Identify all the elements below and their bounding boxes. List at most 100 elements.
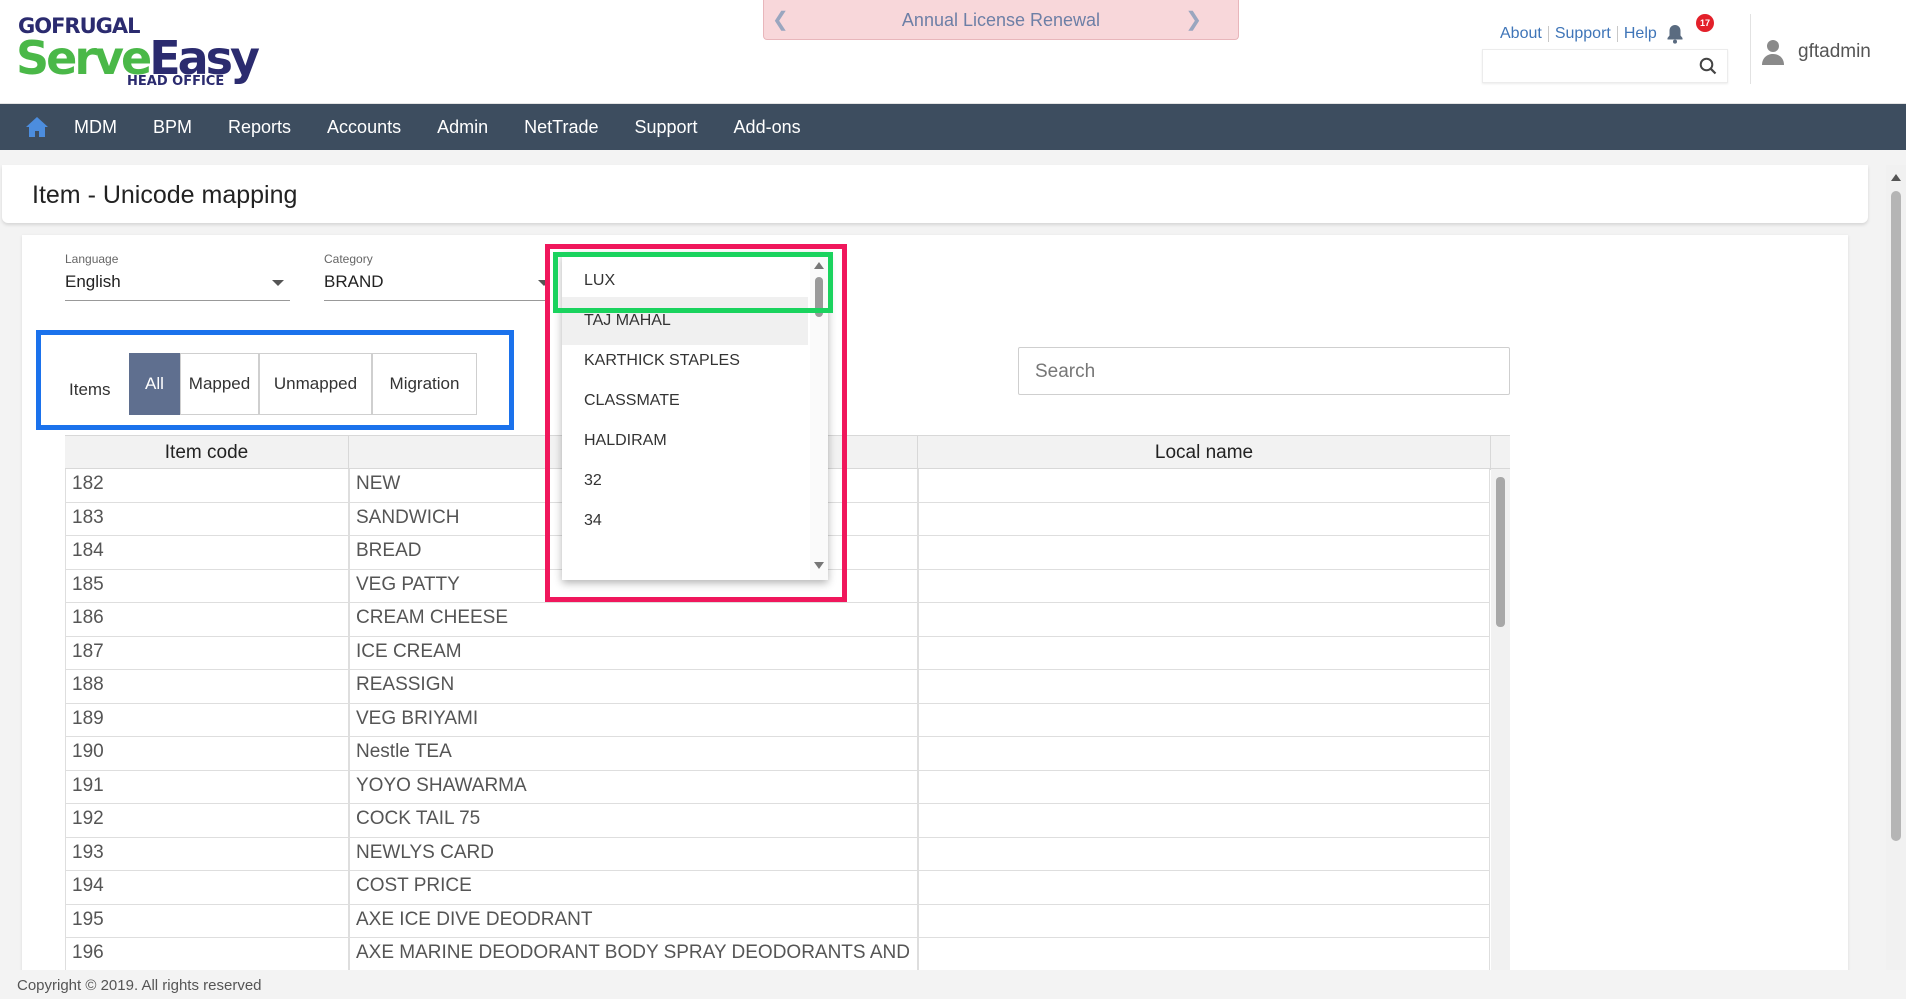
- table-row[interactable]: 193 NEWLYS CARD: [65, 837, 1490, 871]
- item-name-cell: Nestle TEA: [349, 737, 918, 771]
- help-link[interactable]: Help: [1618, 26, 1663, 42]
- logo-subtitle: HEAD OFFICE: [127, 74, 225, 89]
- notification-badge[interactable]: 17: [1696, 14, 1714, 32]
- local-name-cell[interactable]: [918, 569, 1490, 603]
- chevron-right-icon[interactable]: ❯: [1185, 7, 1202, 32]
- selected-option-highlight: [553, 252, 833, 313]
- table-row[interactable]: 194 COST PRICE: [65, 871, 1490, 905]
- scroll-down-icon[interactable]: [814, 562, 824, 569]
- item-search-input[interactable]: Search: [1018, 347, 1510, 395]
- item-search-placeholder: Search: [1035, 361, 1096, 382]
- local-name-cell[interactable]: [918, 603, 1490, 637]
- item-code-cell: 184: [65, 536, 349, 570]
- items-filter-group: Items All Mapped Unmapped Migration: [41, 345, 509, 415]
- local-name-cell[interactable]: [918, 636, 1490, 670]
- global-search-input[interactable]: [1482, 49, 1728, 83]
- user-avatar-icon: [1762, 40, 1784, 65]
- table-row[interactable]: 190 Nestle TEA: [65, 737, 1490, 771]
- item-name-cell: YOYO SHAWARMA: [349, 770, 918, 804]
- nav-item-support[interactable]: Support: [617, 104, 716, 150]
- page-scrollbar[interactable]: [1886, 165, 1906, 977]
- local-name-cell[interactable]: [918, 469, 1490, 503]
- item-code-cell: 190: [65, 737, 349, 771]
- table-scroll-thumb[interactable]: [1496, 477, 1505, 627]
- nav-item-reports[interactable]: Reports: [210, 104, 309, 150]
- table-scrollbar[interactable]: [1491, 469, 1510, 970]
- language-value[interactable]: English: [65, 272, 121, 292]
- table-row[interactable]: 191 YOYO SHAWARMA: [65, 770, 1490, 804]
- top-links: About Support Help: [1494, 24, 1687, 44]
- column-header-item-code[interactable]: Item code: [65, 436, 349, 470]
- scroll-up-icon[interactable]: [1891, 174, 1901, 181]
- nav-item-accounts[interactable]: Accounts: [309, 104, 419, 150]
- local-name-cell[interactable]: [918, 938, 1490, 970]
- page-title: Item - Unicode mapping: [32, 181, 298, 209]
- home-icon[interactable]: [18, 104, 56, 150]
- language-select[interactable]: Language English: [65, 252, 290, 304]
- filter-mapped-button[interactable]: Mapped: [180, 353, 259, 415]
- license-banner[interactable]: ❮ Annual License Renewal ❯: [763, 0, 1239, 40]
- page-scroll-thumb[interactable]: [1891, 191, 1901, 841]
- local-name-cell[interactable]: [918, 804, 1490, 838]
- category-value[interactable]: BRAND: [324, 272, 384, 292]
- item-name-cell: AXE ICE DIVE DEODRANT: [349, 904, 918, 938]
- filter-all-button[interactable]: All: [129, 353, 180, 415]
- table-row[interactable]: 189 VEG BRIYAMI: [65, 703, 1490, 737]
- table-row[interactable]: 187 ICE CREAM: [65, 636, 1490, 670]
- item-name-cell: AXE MARINE DEODORANT BODY SPRAY DEODORAN…: [349, 938, 918, 970]
- nav-item-nettrade[interactable]: NetTrade: [506, 104, 616, 150]
- item-code-cell: 195: [65, 904, 349, 938]
- user-menu[interactable]: gftadmin: [1762, 38, 1871, 66]
- language-label: Language: [65, 252, 119, 266]
- local-name-cell[interactable]: [918, 904, 1490, 938]
- item-name-cell: ICE CREAM: [349, 636, 918, 670]
- item-code-cell: 186: [65, 603, 349, 637]
- table-row[interactable]: 186 CREAM CHEESE: [65, 603, 1490, 637]
- main-nav: MDM BPM Reports Accounts Admin NetTrade …: [0, 104, 1906, 150]
- table-row[interactable]: 195 AXE ICE DIVE DEODRANT: [65, 904, 1490, 938]
- license-banner-text[interactable]: Annual License Renewal: [764, 10, 1238, 31]
- item-name-cell: REASSIGN: [349, 670, 918, 704]
- item-name-cell: CREAM CHEESE: [349, 603, 918, 637]
- local-name-cell[interactable]: [918, 737, 1490, 771]
- local-name-cell[interactable]: [918, 770, 1490, 804]
- app-header: GOFRUGAL ServeEasy HEAD OFFICE ❮ Annual …: [0, 0, 1906, 104]
- nav-item-addons[interactable]: Add-ons: [716, 104, 819, 150]
- local-name-cell[interactable]: [918, 536, 1490, 570]
- category-select[interactable]: Category BRAND: [324, 252, 550, 304]
- item-code-cell: 193: [65, 837, 349, 871]
- search-icon[interactable]: [1699, 57, 1717, 80]
- item-code-cell: 188: [65, 670, 349, 704]
- table-row[interactable]: 196 AXE MARINE DEODORANT BODY SPRAY DEODO…: [65, 938, 1490, 970]
- support-link[interactable]: Support: [1549, 26, 1618, 42]
- table-row[interactable]: 192 COCK TAIL 75: [65, 804, 1490, 838]
- nav-item-admin[interactable]: Admin: [419, 104, 506, 150]
- item-code-cell: 189: [65, 703, 349, 737]
- item-code-cell: 183: [65, 502, 349, 536]
- item-name-cell: COST PRICE: [349, 871, 918, 905]
- local-name-cell[interactable]: [918, 703, 1490, 737]
- page-header: Item - Unicode mapping: [2, 165, 1868, 223]
- item-name-cell: VEG BRIYAMI: [349, 703, 918, 737]
- column-header-local-name[interactable]: Local name: [918, 436, 1491, 470]
- table-row[interactable]: 188 REASSIGN: [65, 670, 1490, 704]
- local-name-cell[interactable]: [918, 502, 1490, 536]
- nav-item-bpm[interactable]: BPM: [135, 104, 210, 150]
- username[interactable]: gftadmin: [1798, 41, 1871, 63]
- item-name-cell: COCK TAIL 75: [349, 804, 918, 838]
- items-filter-highlight: Items All Mapped Unmapped Migration: [36, 330, 514, 430]
- filter-migration-button[interactable]: Migration: [372, 353, 477, 415]
- local-name-cell[interactable]: [918, 670, 1490, 704]
- item-code-cell: 191: [65, 770, 349, 804]
- bell-icon[interactable]: [1665, 23, 1687, 45]
- item-code-cell: 182: [65, 469, 349, 503]
- filter-unmapped-button[interactable]: Unmapped: [259, 353, 372, 415]
- about-link[interactable]: About: [1494, 26, 1549, 42]
- local-name-cell[interactable]: [918, 837, 1490, 871]
- item-code-cell: 194: [65, 871, 349, 905]
- local-name-cell[interactable]: [918, 871, 1490, 905]
- chevron-down-icon[interactable]: [272, 280, 284, 286]
- item-code-cell: 185: [65, 569, 349, 603]
- serveeasy-logo[interactable]: GOFRUGAL ServeEasy HEAD OFFICE: [16, 14, 260, 92]
- nav-item-mdm[interactable]: MDM: [56, 104, 135, 150]
